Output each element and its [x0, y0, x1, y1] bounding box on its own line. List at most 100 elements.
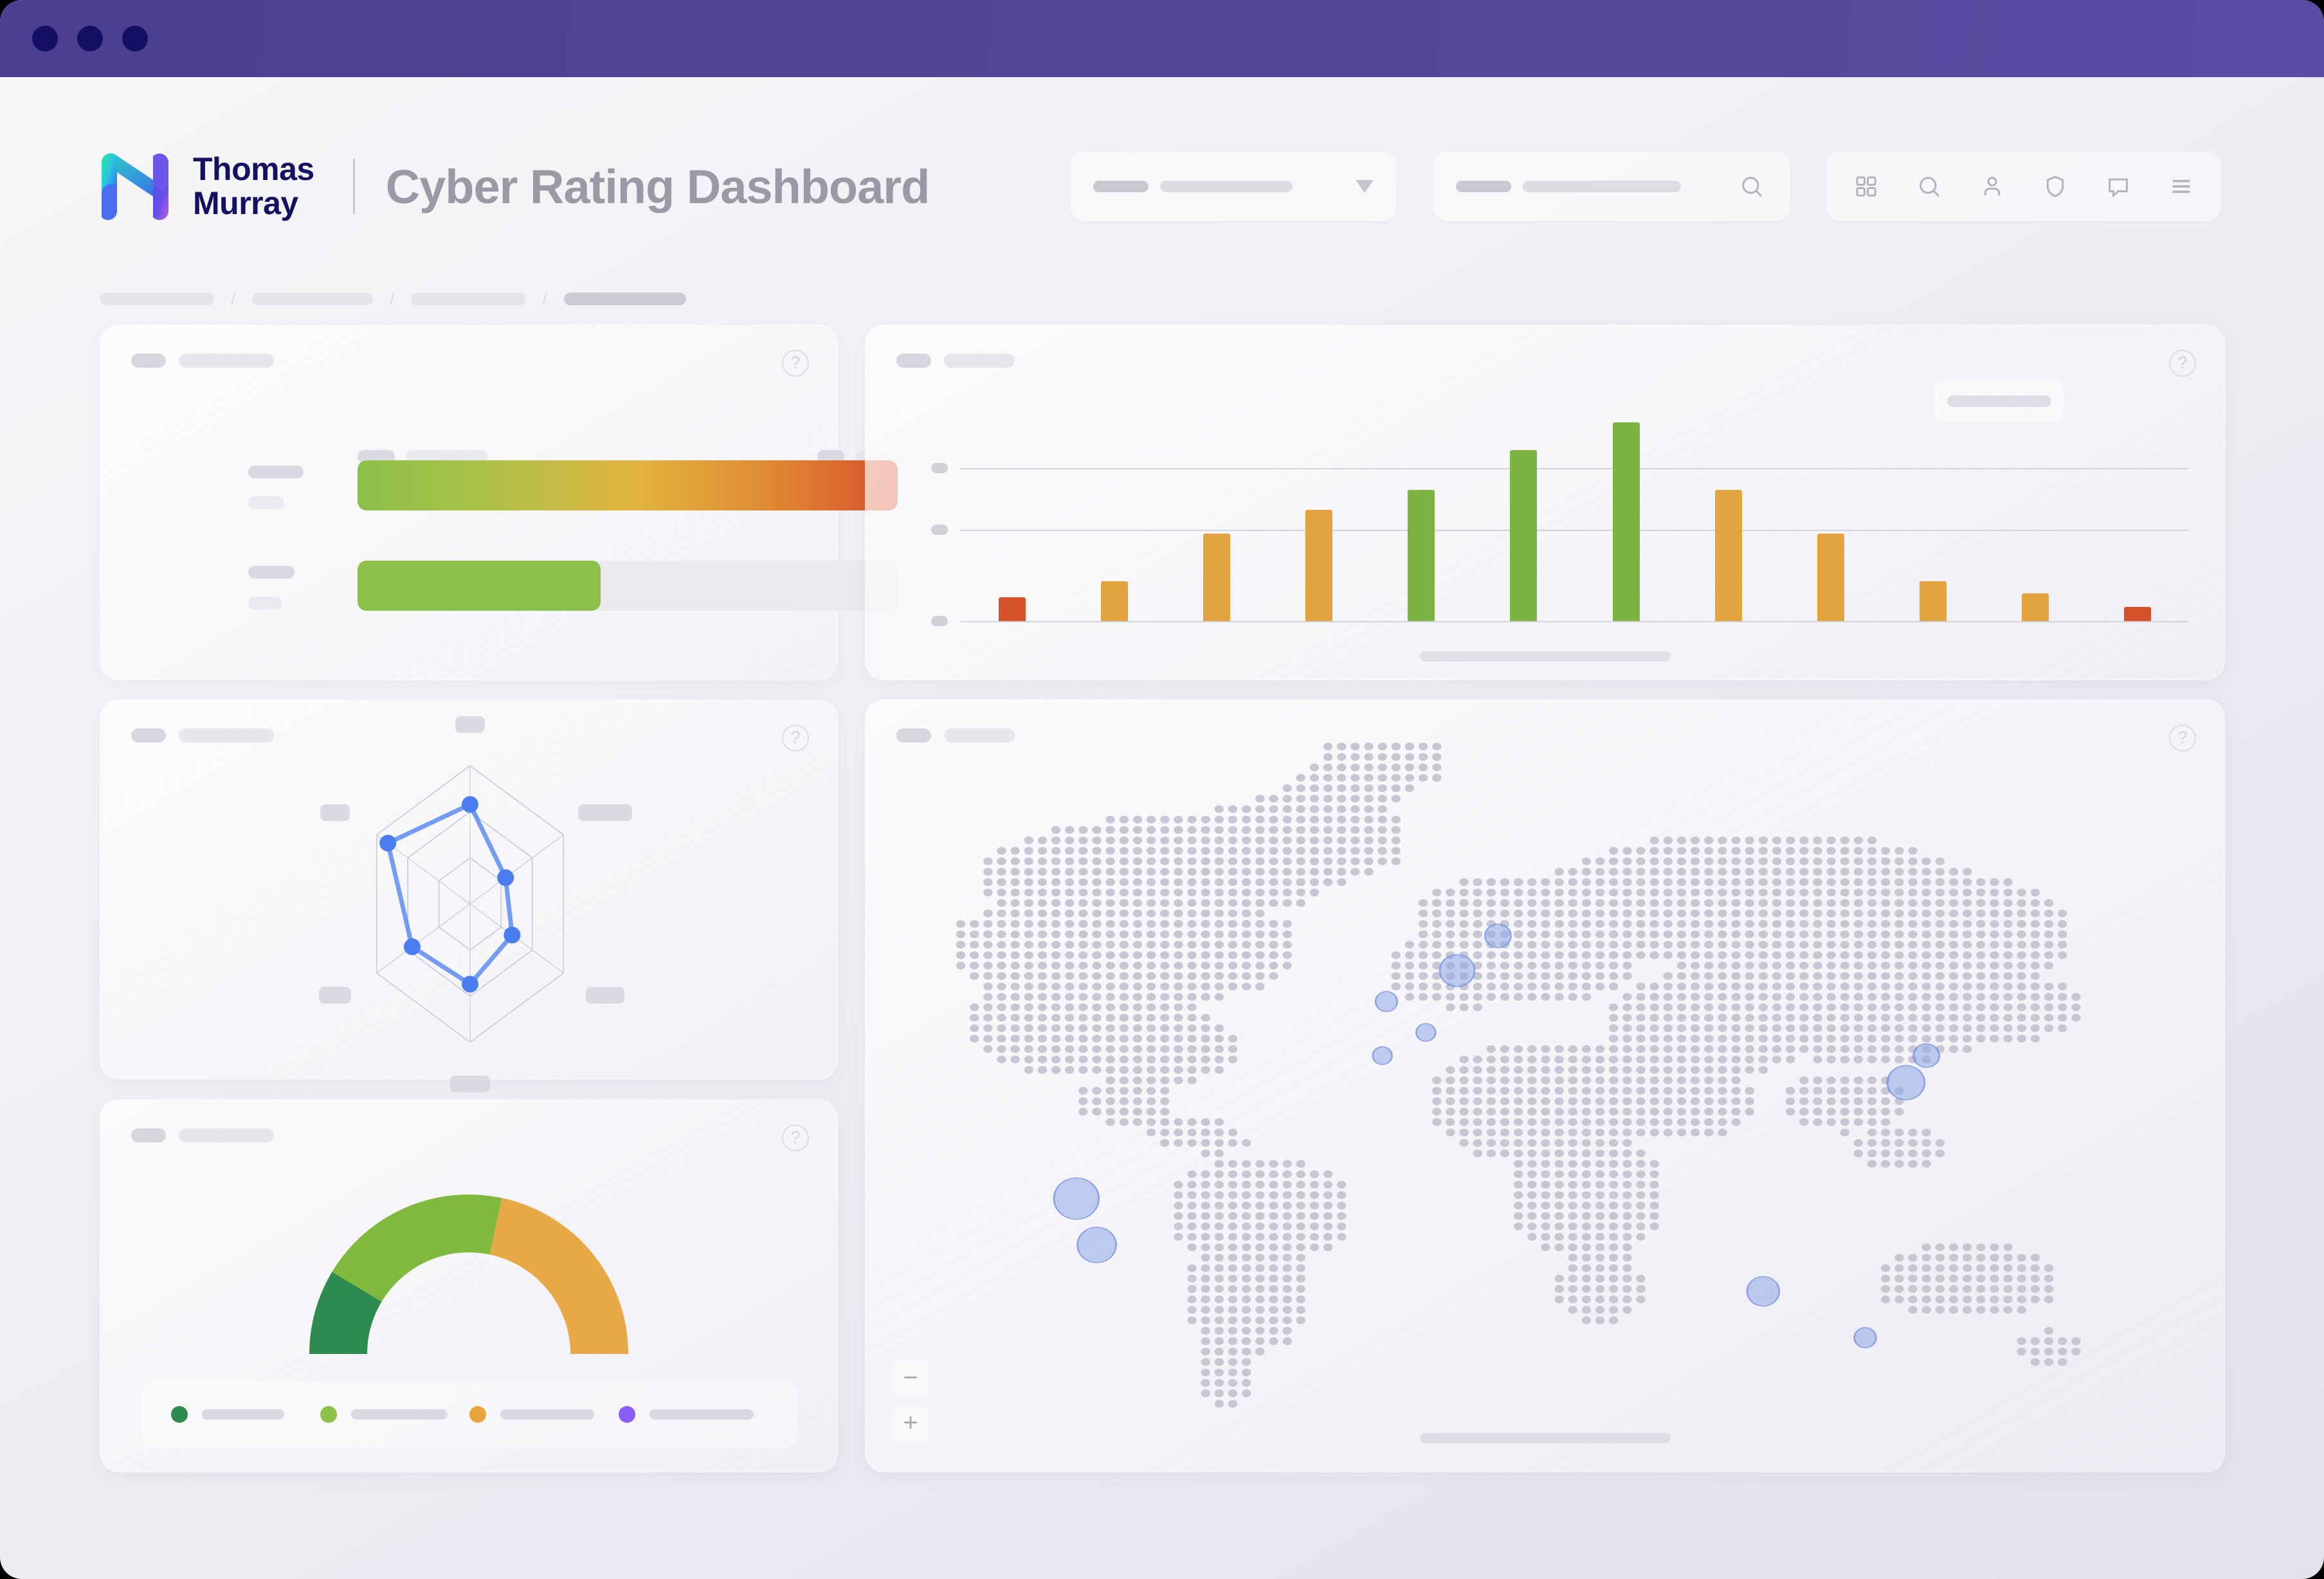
distribution-card-header: [896, 354, 1015, 368]
radar-chart: [376, 765, 565, 1043]
score-progress-fill: [358, 561, 601, 611]
map-bubble-marker[interactable]: [1374, 991, 1399, 1013]
search-input[interactable]: [1433, 152, 1790, 221]
radar-series-polygon: [385, 802, 514, 987]
app-window: Thomas Murray Cyber Rating Dashboard / /…: [0, 0, 2324, 1579]
radar-card-header: [131, 728, 274, 743]
rating-scale-track: [358, 460, 898, 510]
header-divider: [352, 159, 355, 214]
window-maximize-dot[interactable]: [122, 26, 148, 51]
gauge-segment[interactable]: [489, 1198, 628, 1354]
gauge-chart: [309, 1195, 628, 1354]
gauge-segment[interactable]: [332, 1195, 502, 1302]
bar[interactable]: [1510, 450, 1538, 621]
radar-plot-area: [222, 716, 718, 1092]
filter-select[interactable]: [1070, 152, 1397, 221]
bar[interactable]: [1203, 534, 1230, 621]
map-bubble-marker[interactable]: [1439, 954, 1476, 988]
radar-data-point[interactable]: [462, 796, 478, 813]
map-footer-placeholder: [1419, 1433, 1671, 1443]
gauge-card-title: [131, 1128, 166, 1142]
map-bubble-marker[interactable]: [1746, 1276, 1781, 1307]
map-bubble-marker[interactable]: [1484, 923, 1512, 948]
bar[interactable]: [1817, 534, 1844, 621]
map-bubble-marker[interactable]: [1886, 1065, 1926, 1101]
map-bubble-marker[interactable]: [1853, 1327, 1877, 1348]
axis-baseline: [961, 621, 2189, 622]
map-zoom-controls: − +: [893, 1361, 929, 1442]
brand-name: Thomas Murray: [193, 150, 314, 221]
breadcrumb-item-2[interactable]: [252, 293, 374, 305]
radar-axis-line: [376, 903, 471, 974]
search-icon: [1742, 177, 1763, 197]
breadcrumb-separator: /: [231, 289, 236, 309]
map-zoom-out-button[interactable]: −: [893, 1361, 929, 1397]
header-controls: [1070, 152, 2221, 221]
radar-data-point[interactable]: [497, 869, 514, 887]
map-bubble-marker[interactable]: [1053, 1177, 1100, 1220]
radar-axis-line: [469, 834, 564, 905]
breadcrumb-item-1[interactable]: [100, 293, 214, 305]
domain-radar-card: ?: [100, 699, 838, 1092]
radar-axis-label: [585, 986, 624, 1004]
gauge-legend-label: [649, 1409, 754, 1420]
gridline: [961, 529, 2189, 531]
gauge-card-subtitle: [179, 1128, 274, 1142]
bar[interactable]: [2124, 607, 2152, 621]
distribution-card-subtitle: [944, 354, 1015, 368]
map-bubble-marker[interactable]: [1415, 1023, 1437, 1042]
brand-logo[interactable]: Thomas Murray: [96, 152, 314, 221]
help-circle-icon[interactable]: ?: [2169, 350, 2196, 377]
radar-card-subtitle: [179, 728, 274, 743]
gauge-legend-item[interactable]: [171, 1406, 320, 1423]
bar[interactable]: [2022, 593, 2049, 621]
world-map-plot-area[interactable]: [866, 700, 2224, 1472]
map-bubble-marker[interactable]: [1372, 1046, 1393, 1065]
gridline: [961, 468, 2189, 469]
radar-axis-label: [450, 1075, 490, 1092]
gauge-legend-item[interactable]: [469, 1406, 619, 1423]
bar[interactable]: [1408, 490, 1435, 621]
gauge-legend-label: [351, 1409, 448, 1420]
bar[interactable]: [1714, 490, 1742, 621]
help-circle-icon[interactable]: ?: [782, 725, 809, 752]
gauge-legend-item[interactable]: [320, 1406, 469, 1423]
menu-icon[interactable]: [2168, 174, 2194, 199]
radar-data-point[interactable]: [403, 938, 421, 955]
breadcrumb-item-3[interactable]: [411, 293, 526, 305]
breadcrumb-separator: /: [542, 289, 547, 309]
rating-gauge-card: ?: [100, 1099, 838, 1472]
bar[interactable]: [1305, 509, 1333, 621]
user-icon[interactable]: [1979, 174, 2005, 199]
window-minimize-dot[interactable]: [77, 26, 103, 51]
score-progress-track[interactable]: [358, 561, 898, 611]
distribution-x-axis-placeholder: [1419, 651, 1671, 662]
bar[interactable]: [1100, 581, 1128, 621]
message-icon[interactable]: [2105, 174, 2131, 199]
gauge-legend-dot: [171, 1406, 188, 1423]
radar-data-point[interactable]: [379, 835, 397, 852]
help-circle-icon[interactable]: ?: [782, 350, 809, 377]
thomas-murray-logo-icon: [102, 152, 168, 220]
gauge-legend-item[interactable]: [619, 1406, 768, 1423]
y-axis-tick: [931, 616, 948, 626]
radar-data-point[interactable]: [504, 926, 521, 944]
bar[interactable]: [998, 597, 1026, 621]
map-bubble-marker[interactable]: [1076, 1227, 1117, 1263]
window-close-dot[interactable]: [32, 26, 58, 51]
radar-data-point[interactable]: [462, 975, 478, 993]
header-icon-bar: [1826, 152, 2221, 221]
bar[interactable]: [1920, 581, 1947, 621]
search-icon[interactable]: [1916, 174, 1942, 199]
gauge-card-header: [131, 1128, 274, 1142]
bar[interactable]: [1612, 422, 1640, 621]
help-circle-icon[interactable]: ?: [782, 1124, 809, 1151]
shield-icon[interactable]: [2042, 174, 2068, 199]
radar-axis-label: [455, 716, 485, 733]
distribution-plot-area: [931, 402, 2189, 626]
breadcrumb-item-4-current[interactable]: [563, 293, 686, 305]
grid-icon[interactable]: [1853, 174, 1879, 199]
map-bubble-marker[interactable]: [1912, 1043, 1941, 1069]
score-card-subtitle: [179, 354, 274, 368]
map-zoom-in-button[interactable]: +: [893, 1406, 929, 1442]
